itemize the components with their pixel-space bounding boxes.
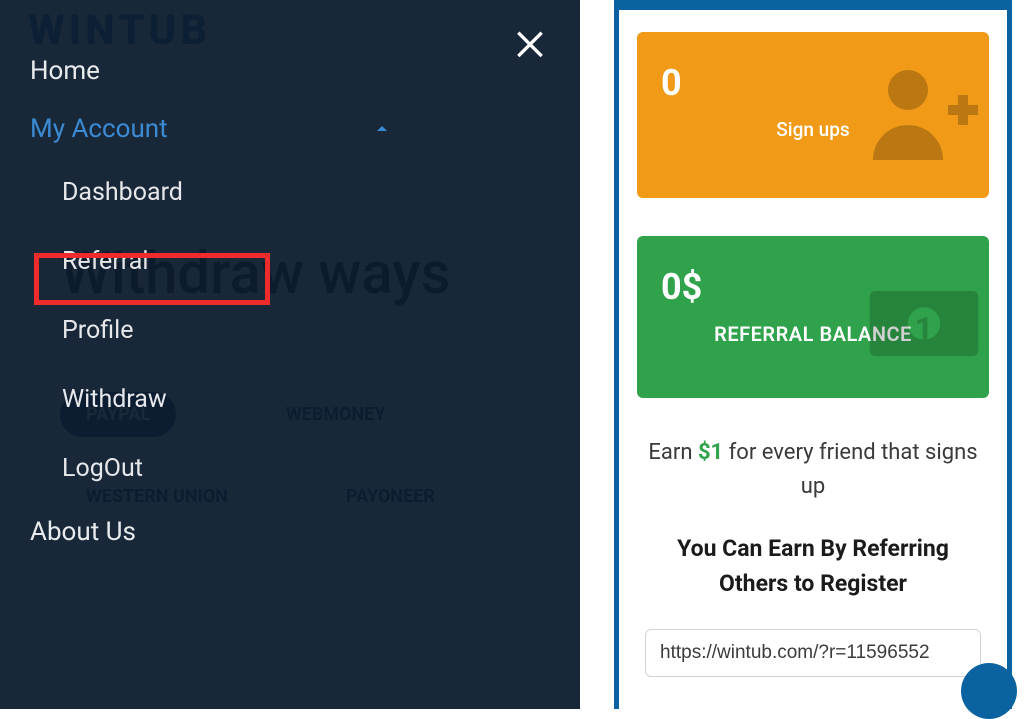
earn-amount: $1 [698,440,723,465]
panel-topbar [619,0,1007,10]
nav-my-account-label: My Account [30,114,168,144]
balance-card: 0$ REFERRAL BALANCE 1 [637,236,989,398]
signups-card: 0 Sign ups [637,32,989,198]
nav-referral[interactable]: Referral [62,227,420,296]
referral-subheading: You Can Earn By Referring Others to Regi… [651,532,975,601]
referral-panel: 0 Sign ups 0$ REFERRAL BALANCE 1 [614,0,1012,709]
earn-prefix: Earn [648,440,698,465]
svg-text:1: 1 [915,310,934,348]
earn-text: Earn $1 for every friend that signs up [647,436,979,504]
floating-action-button[interactable] [961,663,1017,719]
user-plus-icon [863,55,983,175]
nav-dashboard[interactable]: Dashboard [62,158,420,227]
nav-menu: Home My Account Dashboard Referral Profi… [0,0,420,561]
nav-about-us[interactable]: About Us [0,503,420,561]
nav-home[interactable]: Home [0,42,420,100]
nav-logout[interactable]: LogOut [62,434,420,503]
close-icon[interactable] [510,22,550,62]
nav-profile[interactable]: Profile [62,296,420,365]
chevron-up-icon [370,117,394,141]
money-icon: 1 [859,259,989,389]
earn-suffix: for every friend that signs up [723,440,977,499]
referral-url-input[interactable] [645,629,981,677]
menu-overlay: Home My Account Dashboard Referral Profi… [0,0,580,709]
nav-my-account[interactable]: My Account [0,100,420,158]
nav-withdraw[interactable]: Withdraw [62,365,420,434]
nav-submenu: Dashboard Referral Profile Withdraw LogO… [0,158,420,503]
